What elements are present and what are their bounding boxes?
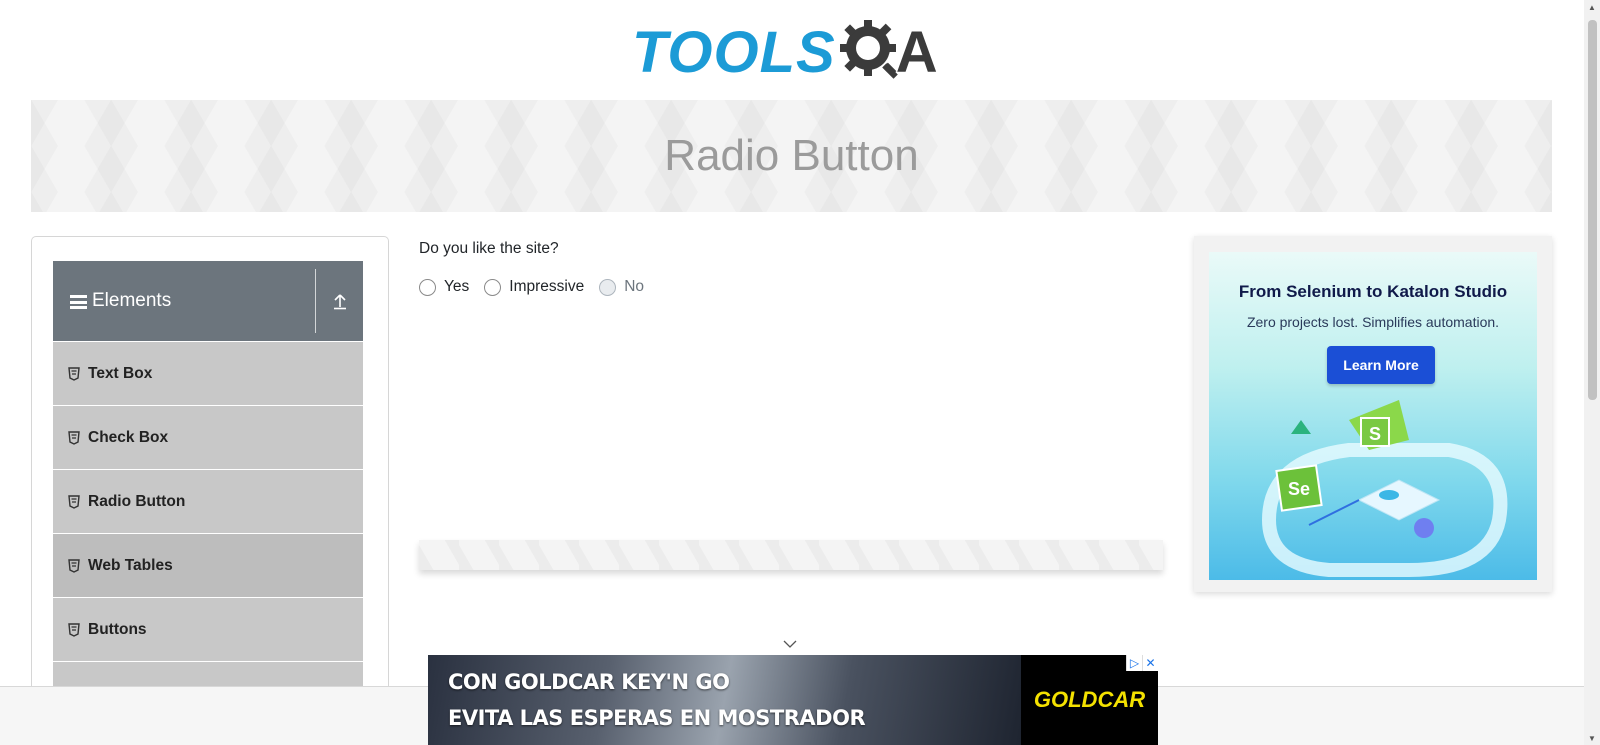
learn-more-button[interactable]: Learn More: [1327, 346, 1435, 384]
menu-item-check-box[interactable]: Check Box: [53, 405, 363, 469]
scroll-thumb[interactable]: [1588, 20, 1597, 400]
scroll-down-icon[interactable]: ▼: [1588, 734, 1596, 743]
gear-magnifier-icon: [839, 20, 898, 79]
radio-group: Yes Impressive No: [419, 278, 659, 296]
html5-icon: [68, 366, 80, 381]
hamburger-icon: [70, 295, 87, 309]
radio-option-no: No: [599, 278, 644, 296]
html5-icon: [68, 430, 80, 445]
menu-list: Text Box Check Box Radio Button Web Tabl…: [53, 341, 363, 696]
page-title: Radio Button: [664, 131, 919, 180]
ad-title: From Selenium to Katalon Studio: [1238, 282, 1508, 301]
scroll-up-icon[interactable]: ▲: [1588, 3, 1596, 12]
page: TOOLS A Radio Button Elements Text Box C…: [0, 0, 1600, 745]
radio-option-impressive[interactable]: Impressive: [484, 278, 584, 296]
logo-wordmark: TOOLS: [632, 20, 836, 85]
toolsqa-logo[interactable]: TOOLS A: [632, 14, 954, 92]
page-scrollbar[interactable]: ▲ ▼: [1584, 0, 1600, 745]
radio-option-yes[interactable]: Yes: [419, 278, 469, 296]
ad-subtitle: Zero projects lost. Simplifies automatio…: [1246, 314, 1500, 330]
group-title: Elements: [53, 261, 315, 341]
left-panel: Elements Text Box Check Box Radio Button…: [31, 236, 389, 696]
question-text: Do you like the site?: [419, 240, 559, 257]
svg-text:S: S: [1369, 424, 1381, 444]
html5-icon: [68, 622, 80, 637]
ad-info-icon[interactable]: ▷: [1126, 655, 1142, 671]
html5-icon: [68, 558, 80, 573]
ad-headline-1: CON GOLDCAR KEY'N GO: [448, 670, 730, 694]
close-icon[interactable]: ✕: [1142, 655, 1158, 671]
svg-text:Se: Se: [1288, 479, 1310, 499]
elements-group-header[interactable]: Elements: [53, 261, 363, 341]
ad-placeholder-strip: [419, 540, 1163, 570]
goldcar-ad[interactable]: CON GOLDCAR KEY'N GO EVITA LAS ESPERAS E…: [428, 655, 1158, 745]
menu-item-label: Check Box: [88, 428, 169, 446]
ad-illustration: S Se: [1261, 400, 1508, 577]
radio-yes[interactable]: [419, 278, 436, 296]
ad-headline-2: EVITA LAS ESPERAS EN MOSTRADOR: [448, 706, 866, 730]
radio-label-yes[interactable]: Yes: [444, 278, 469, 296]
group-title-label: Elements: [92, 290, 172, 311]
radio-label-no: No: [624, 278, 645, 295]
menu-item-text-box[interactable]: Text Box: [53, 341, 363, 405]
katalon-ad[interactable]: From Selenium to Katalon Studio Zero pro…: [1209, 252, 1537, 580]
collapse-arrow-icon: [333, 294, 346, 310]
menu-item-label: Web Tables: [88, 556, 173, 574]
chevron-down-icon[interactable]: [783, 640, 797, 648]
menu-item-label: Buttons: [88, 620, 147, 638]
menu-item-web-tables[interactable]: Web Tables: [53, 533, 363, 597]
ad-background-image: [428, 655, 1021, 745]
html5-icon: [68, 494, 80, 509]
menu-item-buttons[interactable]: Buttons: [53, 597, 363, 661]
logo-letter-a: A: [895, 20, 938, 85]
menu-item-label: Radio Button: [88, 492, 186, 510]
radio-label-impressive[interactable]: Impressive: [509, 278, 584, 296]
collapse-button[interactable]: [316, 261, 363, 341]
ad-choices: ▷ ✕: [1126, 655, 1158, 671]
page-banner: Radio Button: [31, 100, 1552, 212]
menu-item-radio-button[interactable]: Radio Button: [53, 469, 363, 533]
radio-no: [599, 278, 617, 296]
radio-impressive[interactable]: [484, 278, 502, 296]
divider: [315, 269, 316, 333]
menu-item-label: Text Box: [88, 364, 153, 382]
